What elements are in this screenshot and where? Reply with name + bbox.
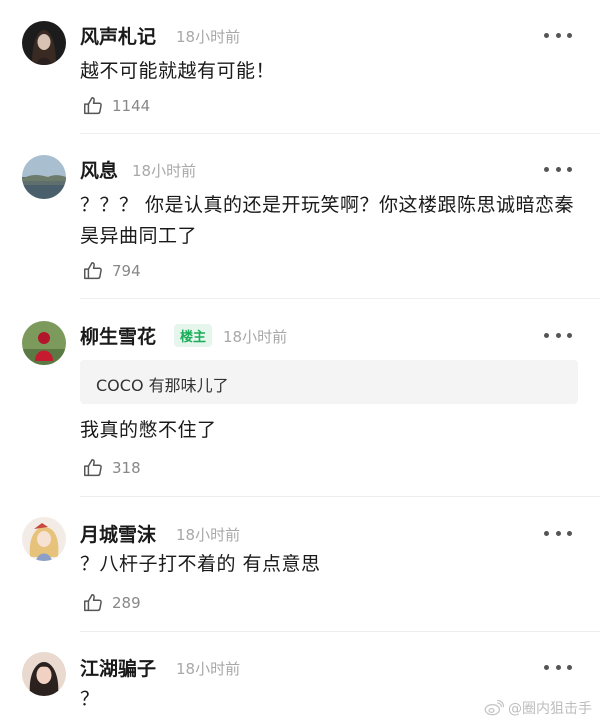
author-badge: 楼主	[174, 324, 213, 347]
avatar[interactable]	[22, 321, 66, 365]
username[interactable]: 风息	[80, 156, 118, 183]
like-count: 794	[112, 262, 141, 280]
quoted-reply[interactable]: COCO 有那味儿了	[80, 360, 578, 404]
username[interactable]: 月城雪沫	[80, 520, 156, 547]
username[interactable]: 江湖骗子	[80, 654, 156, 681]
avatar[interactable]	[22, 517, 66, 561]
timestamp: 18小时前	[176, 526, 241, 544]
comment-text: 我真的憋不住了	[80, 419, 217, 441]
avatar[interactable]	[22, 155, 66, 199]
username[interactable]: 柳生雪花	[80, 322, 156, 349]
quote-text: COCO 有那味儿了	[96, 376, 229, 395]
more-dots-icon[interactable]	[544, 164, 572, 174]
thumbs-up-icon	[84, 594, 102, 612]
avatar[interactable]	[22, 652, 66, 696]
comment-item: 月城雪沫 18小时前 ？八杆子打不着的 有点意思 289	[0, 497, 600, 632]
timestamp: 18小时前	[176, 28, 241, 46]
thumbs-up-icon	[84, 262, 102, 280]
comment-text: 越不可能就越有可能！	[80, 60, 276, 82]
watermark: @圈内狙击手	[484, 698, 592, 718]
like-button[interactable]: 794	[82, 260, 141, 282]
comment-text: ？？？ 你是认真的还是开玩笑啊？你这楼跟陈思诚暗恋秦昊异曲同工了	[80, 194, 575, 247]
like-button[interactable]: 289	[82, 592, 141, 614]
comment-item: 柳生雪花 楼主 18小时前 COCO 有那味儿了 我真的憋不住了 318	[0, 299, 600, 497]
timestamp: 18小时前	[223, 328, 288, 346]
comment-item: 风息 18小时前 ？？？ 你是认真的还是开玩笑啊？你这楼跟陈思诚暗恋秦昊异曲同工…	[0, 134, 600, 299]
comment-text: ？八杆子打不着的 有点意思	[80, 553, 321, 575]
like-count: 318	[112, 459, 141, 477]
watermark-text: @圈内狙击手	[508, 701, 592, 717]
like-button[interactable]: 318	[82, 457, 141, 479]
timestamp: 18小时前	[176, 660, 241, 678]
like-count: 289	[112, 594, 141, 612]
more-dots-icon[interactable]	[544, 330, 572, 340]
more-dots-icon[interactable]	[544, 662, 572, 672]
avatar[interactable]	[22, 21, 66, 65]
comment-item: 风声札记 18小时前 越不可能就越有可能！ 1144	[0, 0, 600, 134]
timestamp: 18小时前	[132, 162, 197, 180]
more-dots-icon[interactable]	[544, 30, 572, 40]
more-dots-icon[interactable]	[544, 528, 572, 538]
like-count: 1144	[112, 97, 151, 115]
thumbs-up-icon	[84, 97, 102, 115]
thumbs-up-icon	[84, 459, 102, 477]
username[interactable]: 风声札记	[80, 22, 156, 49]
weibo-logo-icon	[484, 699, 504, 716]
like-button[interactable]: 1144	[82, 95, 150, 117]
